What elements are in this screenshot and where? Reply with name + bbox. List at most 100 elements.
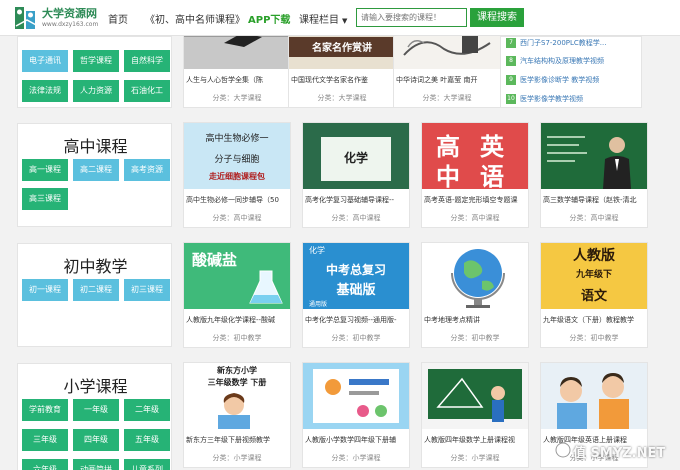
category-card-university: 电子通讯 哲学课程 自然科学 法律法规 人力资源 石油化工 [17,36,172,108]
course-thumbnail [422,243,528,309]
nav-app-download[interactable]: APP下载 [248,11,290,26]
list-item[interactable]: 9 医学影像诊断学 教学视频 [506,75,640,85]
course-thumbnail: 新东方小学 三年级数学 下册 [184,363,290,429]
course-card[interactable]: 高 英 中 语 高考英语-题定完形填空专题课 分类：高中课程 [421,122,529,228]
thumbnail-caption: 中考总复习 [325,263,386,277]
thumbnail-caption: 九年级下 [575,270,612,280]
tag-grade-5[interactable]: 五年级 [124,429,170,451]
category-card-primary-school: 小学课程 学前教育 一年级 二年级 三年级 四年级 五年级 六年级 动画简拼 儿… [17,363,172,470]
section-title: 初中教学 [63,257,128,276]
list-item[interactable]: 8 汽车结构构及原理教学视频 [506,56,640,66]
course-thumbnail: 高中生物必修一 分子与细胞 走近细胞课程包 [184,123,290,189]
nav-course-menu[interactable]: 课程栏目 ▼ [299,11,347,26]
tag-petrochem[interactable]: 石油化工 [124,80,170,102]
course-category: 分类：高中课程 [212,214,262,222]
course-card[interactable]: 新东方小学 三年级数学 下册 新东方三年级下册视频教学 分类：小学课程 [183,362,291,468]
course-card[interactable]: 人教版小学数学四年级下册辅 分类：小学课程 [302,362,410,468]
tag-grade-7[interactable]: 初一课程 [22,279,68,301]
course-category: 分类：小学课程 [450,454,500,462]
course-title: 人生与人心哲学全集（陈 [186,76,263,84]
tag-grade-9[interactable]: 初三课程 [124,279,170,301]
course-card[interactable]: 高中生物必修一 分子与细胞 走近细胞课程包 高中生物必修一同步辅导（50 分类：… [183,122,291,228]
math-textbook-thumbnail-image [303,363,409,429]
search-input[interactable] [356,8,467,27]
course-card[interactable]: 人教版 九年级下 语文 九年级语文（下册）教程教学 分类：初中教学 [540,242,648,348]
course-card[interactable]: 酸碱盐 人教版九年级化学课程--酸碱 分类：初中教学 [183,242,291,348]
student-illustration [218,393,250,429]
course-title: 人教版四年级数学上册课程视 [424,436,515,444]
course-thumbnail: 高 英 中 语 [422,123,528,189]
thumbnail-caption: 基础版 [336,283,376,298]
course-thumbnail: 化学 [303,123,409,189]
tag-hr[interactable]: 人力资源 [73,80,119,102]
course-category: 分类：初中教学 [450,334,500,342]
logo-title: 大学资源网 [42,7,97,20]
course-card[interactable]: 人教版四年级数学上册课程视 分类：小学课程 [421,362,529,468]
tag-grade-11[interactable]: 高二课程 [73,159,119,181]
tag-grade-8[interactable]: 初二课程 [73,279,119,301]
category-card-high-school: 高中课程 高一课程 高二课程 高考资源 高三课程 [17,123,172,227]
course-category: 分类：小学课程 [212,454,262,462]
top-header: 大学资源网 www.dxzy163.com 首页 《初、高中名师课程》 APP下… [0,0,680,36]
course-thumbnail [541,123,647,189]
flask-icon [249,270,283,304]
thumbnail-caption: 走近细胞课程包 [209,172,265,181]
course-card[interactable]: 化学 中考总复习 基础版 通用版 中考化学总复习视频--通用版- 分类：初中教学 [302,242,410,348]
thumbnail-caption: 三年级数学 下册 [207,378,267,387]
course-title: 高中生物必修一同步辅导（50 [186,196,279,204]
course-category: 分类：初中教学 [569,334,619,342]
thumbnail-caption: 中 [436,163,460,189]
thumbnail-caption: 语 [480,163,504,189]
course-title: 高三数学辅导课程（赵铁-清北 [543,196,637,204]
nav-course-menu-label: 课程栏目 [299,15,339,26]
category-card-middle-school: 初中教学 初一课程 初二课程 初三课程 [17,243,172,347]
logo-icon [15,7,39,29]
course-category: 分类：高中课程 [450,214,500,222]
list-item-text: 医学影像诊断学 教学视频 [520,76,600,84]
course-title: 人教版小学数学四年级下册辅 [305,436,396,444]
tag-grade-2[interactable]: 二年级 [124,399,170,421]
tag-kids-series[interactable]: 儿童系列 [124,459,170,470]
thumbnail-caption: 化学 [309,246,325,255]
tag-grade-12[interactable]: 高三课程 [22,188,68,210]
tag-grade-6[interactable]: 六年级 [22,459,68,470]
tag-law[interactable]: 法律法规 [22,80,68,102]
list-item-text: 汽车结构构及原理教学视频 [520,57,604,65]
kids-thumbnail-image [541,363,647,429]
list-item-text: 西门子S7-200PLC教程学... [520,39,607,47]
list-item[interactable]: 7 西门子S7-200PLC教程学... [506,38,640,48]
tag-cartoon-pinyin[interactable]: 动画简拼 [73,459,119,470]
tag-grade-10[interactable]: 高一课程 [22,159,68,181]
course-title: 中华诗词之美 叶嘉莹 南开 [396,76,478,84]
course-thumbnail [422,363,528,429]
tag-philosophy[interactable]: 哲学课程 [73,50,119,72]
course-category: 分类：大学课程 [212,94,262,102]
site-logo[interactable]: 大学资源网 www.dxzy163.com [14,4,100,32]
course-card[interactable]: 中考地理考点精讲 分类：初中教学 [421,242,529,348]
course-thumbnail: 酸碱盐 [184,243,290,309]
watermark-logo-icon [555,442,571,458]
nav-home[interactable]: 首页 [108,11,128,26]
course-title: 中考化学总复习视频--通用版- [305,316,397,324]
thumbnail-caption: 化学 [343,151,368,165]
course-card[interactable]: 高三数学辅导课程（赵铁-清北 分类：高中课程 [540,122,648,228]
tag-electronics[interactable]: 电子通讯 [22,50,68,72]
list-item[interactable]: 10 医学影像学教学视频 [506,94,640,104]
course-title: 人教版九年级化学课程--酸碱 [186,316,276,324]
tag-gaokao[interactable]: 高考资源 [124,159,170,181]
thumbnail-caption: 通用版 [309,301,328,308]
course-title: 新东方三年级下册视频教学 [186,436,270,444]
course-thumbnail: 化学 中考总复习 基础版 通用版 [303,243,409,309]
thumbnail-caption: 人教版 [573,248,615,264]
course-category: 分类：高中课程 [569,214,619,222]
tag-grade-3[interactable]: 三年级 [22,429,68,451]
tag-preschool[interactable]: 学前教育 [22,399,68,421]
list-item-text: 医学影像学教学视频 [520,95,583,103]
course-card[interactable]: 化学 高考化学复习基础辅导课程-- 分类：高中课程 [302,122,410,228]
tag-natural-science[interactable]: 自然科学 [124,50,170,72]
search-button[interactable]: 课程搜索 [470,8,524,27]
tag-grade-1[interactable]: 一年级 [73,399,119,421]
tag-grade-4[interactable]: 四年级 [73,429,119,451]
thumbnail-caption: 高中生物必修一 [205,134,269,144]
nav-teacher-courses[interactable]: 《初、高中名师课程》 [145,11,245,26]
